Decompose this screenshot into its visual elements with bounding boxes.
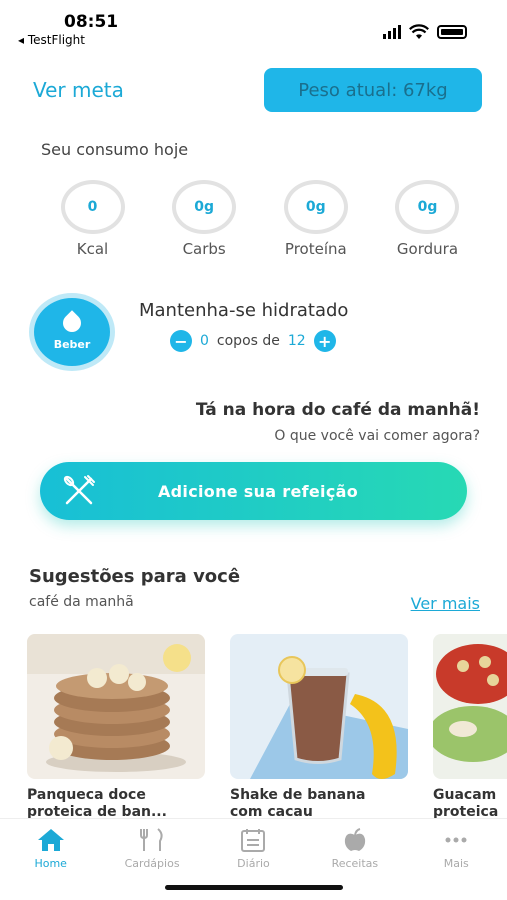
copos-goal: 12 bbox=[287, 333, 306, 349]
back-to-testflight-link[interactable]: ◂ TestFlight bbox=[18, 33, 85, 47]
status-icons bbox=[383, 24, 467, 40]
macro-label: Kcal bbox=[76, 240, 109, 258]
tab-diario[interactable]: Diário bbox=[208, 827, 298, 870]
increase-copos-button[interactable]: + bbox=[313, 330, 336, 352]
macro-gordura: 0g Gordura bbox=[385, 180, 470, 258]
copos-counter: − 0 copos de 12 + bbox=[170, 330, 336, 352]
home-icon bbox=[37, 827, 65, 853]
tab-label: Home bbox=[34, 857, 67, 870]
add-meal-label: Adicione sua refeição bbox=[158, 481, 358, 501]
recipe-title: Panqueca doce proteica de ban... bbox=[27, 787, 205, 821]
recipe-title-line1: Guacam bbox=[433, 787, 497, 803]
beber-label: Beber bbox=[53, 337, 91, 351]
bottom-tab-bar: Home Cardápios Diário Receitas Mais bbox=[0, 818, 507, 900]
tab-label: Mais bbox=[443, 857, 469, 870]
journal-icon bbox=[239, 827, 267, 853]
macro-kcal: 0 Kcal bbox=[50, 180, 135, 258]
beber-button[interactable]: Beber bbox=[34, 298, 110, 366]
recipe-title: Shake de banana com cacau bbox=[230, 787, 408, 821]
suggestion-cards: Panqueca doce proteica de ban... Shake d… bbox=[27, 634, 507, 824]
status-bar: 08:51 ◂ TestFlight bbox=[0, 0, 507, 52]
battery-icon bbox=[437, 25, 467, 39]
sugestoes-subtitle: café da manhã bbox=[29, 594, 134, 610]
cutlery-icon bbox=[138, 827, 166, 853]
recipe-card-shake[interactable]: Shake de banana com cacau bbox=[230, 634, 408, 821]
copos-text: copos de bbox=[216, 333, 280, 349]
tab-mais[interactable]: Mais bbox=[411, 827, 501, 870]
copos-current: 0 bbox=[200, 333, 209, 349]
macro-proteina: 0g Proteína bbox=[273, 180, 358, 258]
macro-label: Gordura bbox=[396, 240, 459, 258]
recipe-title-line1: Panqueca doce bbox=[27, 787, 146, 803]
water-drop-icon bbox=[59, 309, 85, 336]
meal-prompt-title: Tá na hora do café da manhã! bbox=[195, 400, 480, 420]
cutlery-icon bbox=[50, 462, 108, 520]
peso-atual-button[interactable]: Peso atual: 67kg bbox=[264, 68, 482, 112]
consumo-title: Seu consumo hoje bbox=[41, 140, 189, 159]
tab-label: Receitas bbox=[331, 857, 379, 870]
ver-mais-link[interactable]: Ver mais bbox=[411, 594, 480, 613]
macros-row: 0 Kcal 0g Carbs 0g Proteína 0g Gordura bbox=[50, 180, 470, 258]
tab-label: Cardápios bbox=[124, 857, 180, 870]
tab-home[interactable]: Home bbox=[6, 827, 96, 870]
wifi-icon bbox=[409, 24, 429, 39]
recipe-title-line1: Shake de banana bbox=[230, 787, 366, 803]
tab-label: Diário bbox=[237, 857, 270, 870]
macro-carbs: 0g Carbs bbox=[162, 180, 247, 258]
hidratacao-title: Mantenha-se hidratado bbox=[139, 300, 349, 321]
apple-icon bbox=[341, 827, 369, 853]
macro-label: Proteína bbox=[284, 240, 347, 258]
recipe-image bbox=[230, 634, 408, 779]
add-meal-button[interactable]: Adicione sua refeição bbox=[40, 462, 467, 520]
sugestoes-title: Sugestões para você bbox=[29, 566, 241, 587]
tab-cardapios[interactable]: Cardápios bbox=[107, 827, 197, 870]
recipe-card-guacamole[interactable]: Guacam proteica bbox=[433, 634, 507, 821]
home-indicator bbox=[165, 885, 343, 890]
macro-ring: 0g bbox=[395, 180, 460, 234]
more-icon bbox=[442, 827, 470, 853]
ver-meta-link[interactable]: Ver meta bbox=[33, 78, 124, 102]
macro-ring: 0g bbox=[172, 180, 237, 234]
meal-prompt-subtitle: O que você vai comer agora? bbox=[274, 428, 480, 444]
decrease-copos-button[interactable]: − bbox=[170, 330, 192, 352]
signal-icon bbox=[383, 25, 401, 39]
recipe-image bbox=[433, 634, 507, 779]
status-time: 08:51 bbox=[64, 12, 119, 32]
macro-label: Carbs bbox=[182, 240, 226, 258]
tab-receitas[interactable]: Receitas bbox=[310, 827, 400, 870]
macro-ring: 0 bbox=[60, 180, 125, 234]
macro-ring: 0g bbox=[283, 180, 348, 234]
recipe-image bbox=[27, 634, 205, 779]
recipe-card-panqueca[interactable]: Panqueca doce proteica de ban... bbox=[27, 634, 205, 821]
recipe-title: Guacam proteica bbox=[433, 787, 507, 821]
